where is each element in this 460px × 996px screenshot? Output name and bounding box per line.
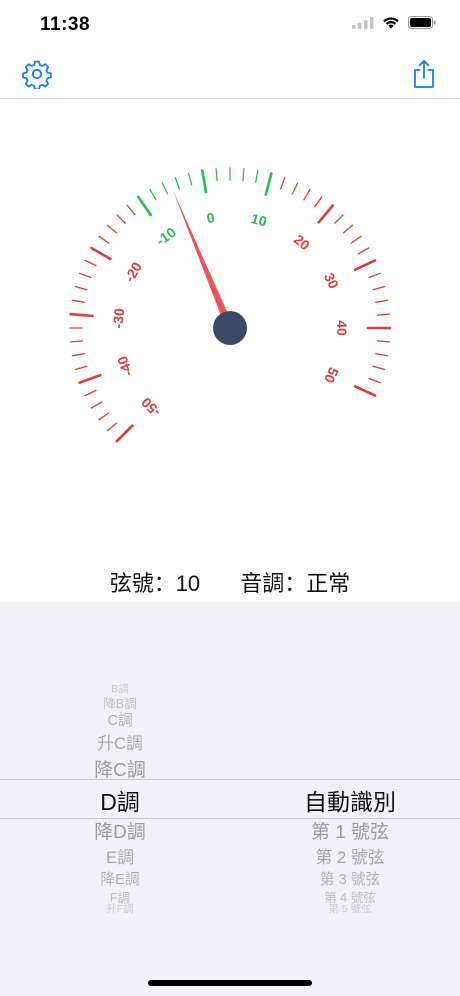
gauge-minor-tick bbox=[74, 365, 88, 371]
gauge-minor-tick bbox=[187, 172, 193, 186]
gauge-major-tick bbox=[353, 259, 377, 271]
gauge-tick-label: 40 bbox=[334, 320, 350, 336]
gauge-minor-tick bbox=[106, 422, 118, 432]
gear-icon bbox=[22, 60, 52, 89]
status-icons bbox=[352, 16, 436, 29]
gauge-major-tick bbox=[353, 384, 377, 397]
gauge-major-tick bbox=[317, 204, 335, 224]
gauge-minor-tick bbox=[357, 247, 370, 255]
gauge-minor-tick bbox=[372, 285, 386, 291]
gauge-major-tick bbox=[78, 373, 102, 385]
gauge-major-tick bbox=[90, 246, 112, 261]
gauge-minor-tick bbox=[78, 272, 92, 279]
gauge-minor-tick bbox=[149, 188, 157, 201]
picker-option[interactable]: 第 3 號弦 bbox=[250, 868, 450, 889]
picker-option[interactable]: 第 1 號弦 bbox=[250, 817, 450, 844]
gauge-minor-tick bbox=[84, 389, 97, 397]
gauge-minor-tick bbox=[69, 340, 84, 343]
settings-button[interactable] bbox=[21, 58, 53, 90]
gauge-minor-tick bbox=[279, 176, 286, 190]
status-bar: 11:38 bbox=[0, 0, 460, 50]
gauge-tick-label: -30 bbox=[110, 307, 128, 329]
gauge-minor-tick bbox=[116, 214, 126, 224]
gauge-minor-tick bbox=[90, 401, 103, 409]
gauge-major-tick bbox=[136, 195, 153, 217]
gauge-minor-tick bbox=[84, 259, 97, 267]
gauge-tick-label: 30 bbox=[321, 270, 342, 291]
gauge-major-tick bbox=[115, 424, 134, 443]
gauge-minor-tick bbox=[334, 214, 344, 224]
picker-option[interactable]: C調 bbox=[30, 709, 210, 730]
string-picker-column[interactable]: 第 1 號弦第 2 號弦第 3 號弦第 4 號弦第 5 號弦 自動識別 bbox=[250, 602, 450, 996]
tuning-readout: 弦號：10 音調：正常 bbox=[0, 566, 460, 598]
gauge-minor-tick bbox=[74, 285, 88, 291]
key-string-picker[interactable]: B調 降B調 C調 升C調 降C調 降D調 E調 降E調 F調 升F調 D調 第 1 號弦第 2 號… bbox=[0, 602, 460, 996]
picker-option[interactable]: 第 2 號弦 bbox=[250, 844, 450, 868]
gauge-minor-tick bbox=[255, 169, 259, 183]
gauge-minor-tick bbox=[303, 188, 311, 201]
share-button[interactable] bbox=[408, 58, 440, 90]
gauge-tick-label: -20 bbox=[121, 259, 145, 285]
gauge-tick-label: -10 bbox=[153, 224, 179, 249]
gauge-major-tick bbox=[69, 312, 94, 318]
gauge-ticks bbox=[69, 167, 392, 443]
gauge-minor-tick bbox=[98, 235, 110, 244]
picker-option[interactable]: 降C調 bbox=[30, 755, 210, 782]
home-indicator bbox=[148, 980, 312, 986]
gauge-minor-tick bbox=[106, 224, 118, 234]
tuner-gauge: -50-40 -30 -20 -10 0 10 20 30 40 50 bbox=[69, 167, 392, 443]
picker-option[interactable]: 升F調 bbox=[30, 901, 210, 916]
status-time: 11:38 bbox=[40, 14, 91, 35]
picker-option[interactable]: 第 5 號弦 bbox=[250, 901, 450, 916]
key-picker-column[interactable]: B調 降B調 C調 升C調 降C調 降D調 E調 降E調 F調 升F調 D調 bbox=[30, 602, 210, 996]
picker-selected-option[interactable]: 自動識別 bbox=[250, 783, 450, 817]
gauge-minor-tick bbox=[375, 353, 389, 357]
needle-hub bbox=[213, 311, 247, 345]
gauge-minor-tick bbox=[126, 204, 136, 216]
gauge-minor-tick bbox=[215, 167, 218, 182]
gauge-minor-tick bbox=[368, 272, 382, 279]
gauge-tick-label: -50 bbox=[138, 394, 164, 420]
gauge-minor-tick bbox=[342, 224, 354, 234]
wifi-icon bbox=[383, 17, 399, 29]
gauge-tick-label: 20 bbox=[291, 231, 313, 253]
gauge-minor-tick bbox=[375, 299, 389, 303]
string-number-label: 弦號：10 bbox=[109, 571, 201, 596]
battery-icon bbox=[408, 16, 436, 29]
gauge-tick-label: 50 bbox=[321, 365, 342, 386]
gauge-minor-tick bbox=[71, 299, 85, 303]
gauge-minor-tick bbox=[314, 196, 323, 208]
gauge-minor-tick bbox=[174, 176, 181, 190]
picker-option[interactable]: E調 bbox=[30, 844, 210, 868]
gauge-tick-label: 0 bbox=[205, 209, 216, 226]
gauge-major-tick bbox=[200, 169, 208, 194]
gauge-tick-label: 10 bbox=[249, 210, 268, 230]
gauge-minor-tick bbox=[376, 313, 391, 316]
tone-status-label: 音調：正常 bbox=[240, 571, 351, 596]
nav-bar bbox=[0, 50, 460, 99]
gauge-minor-tick bbox=[372, 365, 386, 371]
gauge-minor-tick bbox=[98, 412, 110, 421]
gauge-minor-tick bbox=[291, 182, 299, 195]
gauge-minor-tick bbox=[350, 235, 362, 244]
picker-option[interactable]: 降E調 bbox=[30, 868, 210, 889]
gauge-minor-tick bbox=[376, 340, 391, 343]
signal-icon bbox=[352, 16, 374, 29]
share-icon bbox=[414, 60, 434, 88]
gauge-major-tick bbox=[264, 172, 273, 196]
tuner-needle bbox=[172, 189, 234, 330]
picker-option[interactable]: 降D調 bbox=[30, 817, 210, 844]
gauge-minor-tick bbox=[71, 353, 85, 357]
gauge-minor-tick bbox=[368, 377, 382, 384]
gauge-minor-tick bbox=[161, 182, 169, 195]
picker-selected-option[interactable]: D調 bbox=[30, 783, 210, 817]
gauge-tick-label: -40 bbox=[114, 354, 136, 379]
picker-option[interactable]: 升C調 bbox=[30, 730, 210, 754]
gauge-minor-tick bbox=[242, 167, 245, 182]
